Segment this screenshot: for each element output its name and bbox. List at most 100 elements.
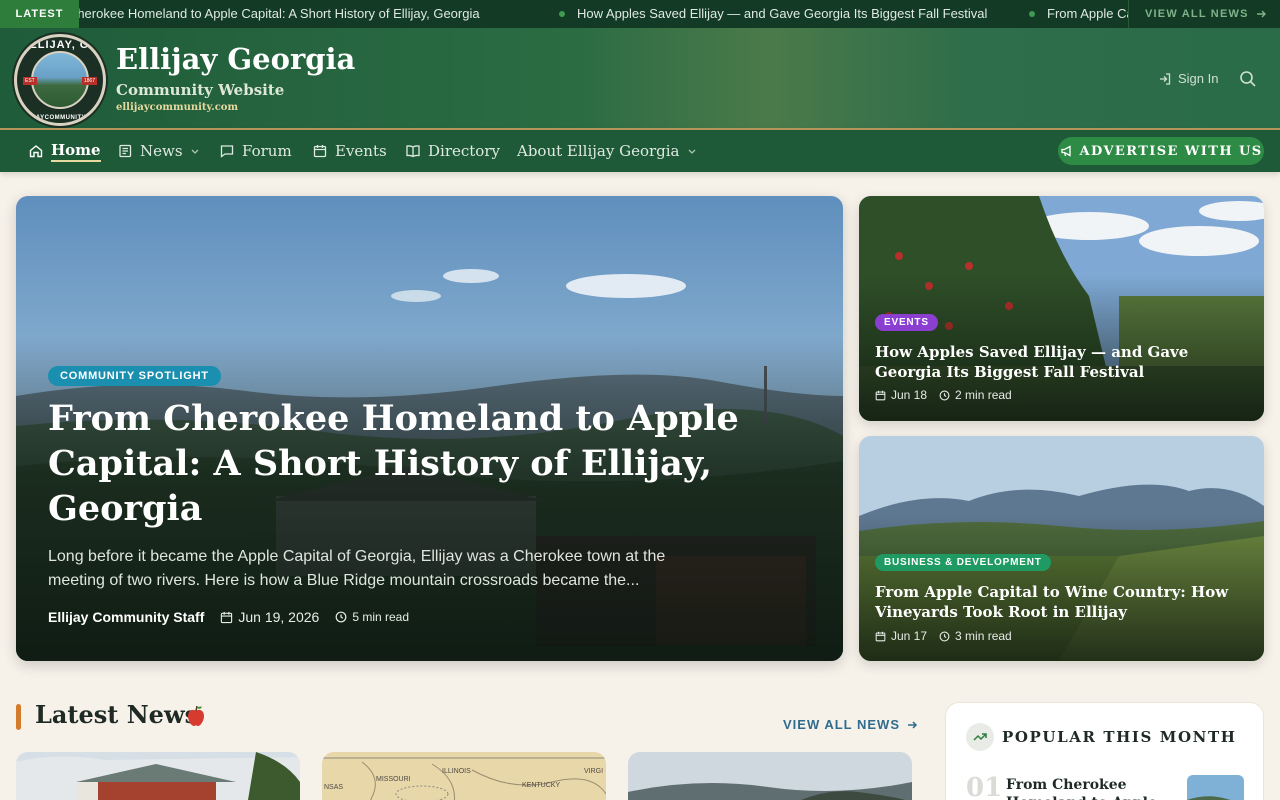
sign-in-icon <box>1160 72 1171 85</box>
view-all-label: VIEW ALL NEWS <box>783 717 900 732</box>
logo-bottom-text: ELLIJAYCOMMUNITY.COM <box>17 115 104 121</box>
apple-icon <box>188 705 204 726</box>
category-tag[interactable]: COMMUNITY SPOTLIGHT <box>48 366 221 386</box>
read-time: 5 min read <box>335 610 409 624</box>
nav-label: Home <box>51 141 101 162</box>
map-label: VIRGI <box>584 768 604 775</box>
news-ticker: LATEST From Cherokee Homeland to Apple C… <box>0 0 1280 28</box>
sign-in-label: Sign In <box>1178 71 1219 86</box>
site-subtitle: Community Website <box>116 81 285 99</box>
site-url: ellijaycommunity.com <box>116 102 239 113</box>
arrow-right-icon <box>1256 10 1266 18</box>
chevron-down-icon <box>688 149 695 154</box>
map-label: NSAS <box>324 784 344 791</box>
ticker-badge: LATEST <box>0 0 79 28</box>
popular-widget: POPULAR THIS MONTH 01 From Cherokee Home… <box>945 702 1264 800</box>
section-accent-bar <box>16 704 21 730</box>
widget-title: POPULAR THIS MONTH <box>1002 728 1237 746</box>
ticker-item[interactable]: From Cherokee Homeland to Apple Capital:… <box>64 6 480 21</box>
ticker-item[interactable]: How Apples Saved Ellijay — and Gave Geor… <box>577 6 987 21</box>
nav-item-home[interactable]: Home <box>28 130 101 172</box>
ticker-separator-dot <box>559 11 565 17</box>
nav-label: Events <box>335 142 387 160</box>
trending-icon <box>966 723 994 751</box>
latest-view-all-link[interactable]: VIEW ALL NEWS <box>783 717 918 732</box>
advertise-label: ADVERTISE WITH US <box>1079 143 1263 159</box>
side-article-card[interactable]: BUSINESS & DEVELOPMENT From Apple Capita… <box>859 436 1264 661</box>
megaphone-icon <box>1060 145 1071 157</box>
ticker-view-all-link[interactable]: VIEW ALL NEWS <box>1128 0 1280 28</box>
ticker-track: From Cherokee Homeland to Apple Capital:… <box>64 0 1128 28</box>
news-card[interactable] <box>16 752 300 800</box>
news-card[interactable] <box>628 752 912 800</box>
nav-label: Directory <box>428 142 500 160</box>
nav-label: About Ellijay Georgia <box>517 142 680 160</box>
hero-meta: Ellijay Community Staff Jun 19, 2026 5 m… <box>48 609 409 625</box>
popular-item-title[interactable]: From Cherokee Homeland to Apple <box>1006 776 1166 800</box>
read-time-text: 5 min read <box>352 610 410 624</box>
calendar-icon <box>875 631 886 641</box>
nav-item-about[interactable]: About Ellijay Georgia <box>517 130 697 172</box>
book-icon <box>406 145 420 158</box>
nav-item-events[interactable]: Events <box>312 130 387 172</box>
hero-article-card[interactable]: COMMUNITY SPOTLIGHT From Cherokee Homela… <box>16 196 843 661</box>
map-label: MISSOURI <box>376 776 411 783</box>
hero-description: Long before it became the Apple Capital … <box>48 548 666 589</box>
card-title[interactable]: How Apples Saved Ellijay — and Gave Geor… <box>875 342 1255 382</box>
read-time: 3 min read <box>939 629 1012 643</box>
read-time-text: 2 min read <box>955 388 1012 402</box>
news-thumbnail <box>16 752 300 800</box>
site-header: ELLIJAY, GA EST 1867 ELLIJAYCOMMUNITY.CO… <box>0 28 1280 130</box>
card-meta: Jun 17 3 min read <box>875 629 1012 643</box>
map-label: KENTUCKY <box>522 782 561 789</box>
side-article-card[interactable]: EVENTS How Apples Saved Ellijay — and Ga… <box>859 196 1264 421</box>
calendar-icon <box>221 611 233 623</box>
site-logo[interactable]: ELLIJAY, GA EST 1867 ELLIJAYCOMMUNITY.CO… <box>14 34 106 126</box>
author-name[interactable]: Ellijay Community Staff <box>48 609 204 625</box>
category-tag[interactable]: BUSINESS & DEVELOPMENT <box>875 554 1051 571</box>
chevron-down-icon <box>191 149 199 154</box>
nav-label: News <box>140 142 183 160</box>
clock-icon <box>939 631 950 641</box>
category-tag[interactable]: EVENTS <box>875 314 938 331</box>
calendar-icon <box>313 145 327 158</box>
ticker-item[interactable]: From Apple Capital to Wine Country: How … <box>1047 6 1128 21</box>
home-icon <box>29 145 43 158</box>
date-text: Jun 17 <box>891 629 928 643</box>
publish-date: Jun 17 <box>875 629 927 643</box>
site-title[interactable]: Ellijay Georgia <box>116 42 355 76</box>
date-text: Jun 19, 2026 <box>238 609 320 625</box>
read-time: 2 min read <box>939 388 1012 402</box>
logo-year: 1867 <box>81 77 97 85</box>
nav-item-directory[interactable]: Directory <box>405 130 500 172</box>
publish-date: Jun 19, 2026 <box>220 609 319 625</box>
news-thumbnail <box>628 752 912 800</box>
nav-label: Forum <box>242 142 292 160</box>
map-thumbnail <box>322 752 606 800</box>
date-text: Jun 18 <box>891 388 928 402</box>
section-title: Latest News <box>35 700 199 729</box>
clock-icon <box>335 611 347 623</box>
news-card[interactable]: MISSOURI ILLINOIS KENTUCKY VIRGI NSAS <box>322 752 606 800</box>
rank-number: 01 <box>966 773 1003 800</box>
clock-icon <box>939 390 950 400</box>
card-gradient-overlay <box>859 436 1264 661</box>
nav-item-news[interactable]: News <box>117 130 200 172</box>
newspaper-icon <box>119 144 132 158</box>
calendar-icon <box>875 390 886 400</box>
main-nav: Home News Forum Events Directory About E… <box>0 130 1280 172</box>
card-meta: Jun 18 2 min read <box>875 388 1012 402</box>
search-icon[interactable] <box>1238 69 1258 89</box>
chat-icon <box>220 145 234 158</box>
card-title[interactable]: From Apple Capital to Wine Country: How … <box>875 582 1255 622</box>
advertise-button[interactable]: ADVERTISE WITH US <box>1058 137 1264 165</box>
sign-in-link[interactable]: Sign In <box>1158 71 1218 86</box>
logo-est: EST <box>23 77 37 85</box>
popular-item-thumbnail[interactable] <box>1187 775 1244 800</box>
nav-item-forum[interactable]: Forum <box>219 130 292 172</box>
map-label: ILLINOIS <box>442 768 471 775</box>
hero-title[interactable]: From Cherokee Homeland to Apple Capital:… <box>48 396 748 531</box>
ticker-separator-dot <box>1029 11 1035 17</box>
read-time-text: 3 min read <box>955 629 1012 643</box>
ticker-view-all-label: VIEW ALL NEWS <box>1145 8 1249 20</box>
